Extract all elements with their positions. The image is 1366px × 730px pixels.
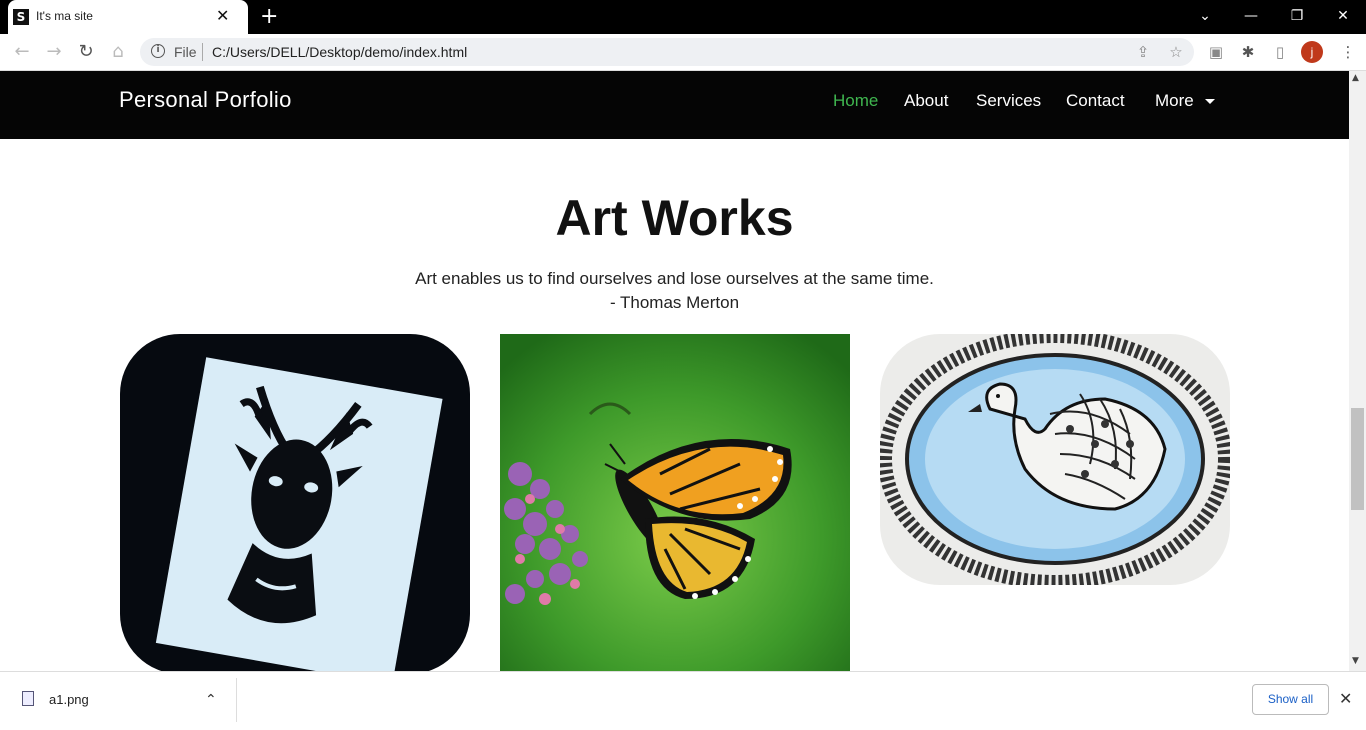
artwork-swan <box>880 334 1230 585</box>
artwork-butterfly <box>500 334 850 671</box>
minimize-button[interactable]: — <box>1236 4 1266 28</box>
show-all-button[interactable]: Show all <box>1252 684 1329 715</box>
forward-icon[interactable]: → <box>42 40 66 64</box>
address-separator <box>202 43 203 61</box>
site-favicon-icon: S <box>13 9 29 25</box>
tab-search-icon[interactable]: ⌄ <box>1190 4 1220 28</box>
tab-title: It's ma site <box>36 9 93 23</box>
restore-button[interactable]: ❐ <box>1282 4 1312 28</box>
scrollbar-thumb[interactable] <box>1351 408 1364 510</box>
page-title: Art Works <box>555 190 794 246</box>
nav-home[interactable]: Home <box>833 91 878 111</box>
home-icon[interactable]: ⌂ <box>106 40 130 64</box>
nav-services[interactable]: Services <box>976 91 1041 111</box>
swan-image <box>880 334 1230 585</box>
nav-more[interactable]: More <box>1155 91 1194 111</box>
nav-about[interactable]: About <box>904 91 948 111</box>
download-filename[interactable]: a1.png <box>49 692 89 707</box>
profile-avatar[interactable]: j <box>1301 41 1323 63</box>
close-icon[interactable]: ✕ <box>1339 688 1352 710</box>
quote-text: Art enables us to find ourselves and los… <box>415 269 934 288</box>
nav-contact[interactable]: Contact <box>1066 91 1125 111</box>
tab-close-icon[interactable]: ✕ <box>216 6 229 26</box>
reload-icon[interactable]: ↻ <box>74 40 98 64</box>
chevron-up-icon[interactable]: ⌃ <box>205 690 217 710</box>
page-viewport: Personal Porfolio Home About Services Co… <box>0 71 1349 671</box>
window-close-button[interactable]: ✕ <box>1328 4 1358 28</box>
quote-author: - Thomas Merton <box>609 293 740 312</box>
extensions-icon[interactable]: ✱ <box>1238 42 1258 62</box>
file-label: File <box>174 44 197 60</box>
sidepanel-icon[interactable]: ▯ <box>1270 42 1290 62</box>
site-brand[interactable]: Personal Porfolio <box>119 87 292 113</box>
pocket-icon[interactable]: ▣ <box>1206 42 1226 62</box>
new-tab-button[interactable]: + <box>260 4 278 30</box>
menu-icon[interactable]: ⋮ <box>1338 42 1358 62</box>
image-file-icon <box>22 691 34 706</box>
artwork-deer <box>120 334 470 671</box>
scrollbar-track[interactable] <box>1349 71 1366 671</box>
share-icon[interactable]: ⇪ <box>1133 42 1153 62</box>
star-icon[interactable]: ☆ <box>1166 42 1186 62</box>
dropdown-caret-icon[interactable] <box>1205 99 1215 104</box>
url-text[interactable]: C:/Users/DELL/Desktop/demo/index.html <box>212 44 467 60</box>
butterfly-image <box>500 334 850 671</box>
scroll-down-icon[interactable]: ▼ <box>1352 656 1359 666</box>
quote: Art enables us to find ourselves and los… <box>0 267 1349 315</box>
deer-image <box>155 357 443 671</box>
download-separator <box>236 678 237 722</box>
info-icon[interactable]: i <box>151 44 165 58</box>
scroll-up-icon[interactable]: ▲ <box>1352 73 1359 83</box>
back-icon[interactable]: ← <box>10 40 34 64</box>
